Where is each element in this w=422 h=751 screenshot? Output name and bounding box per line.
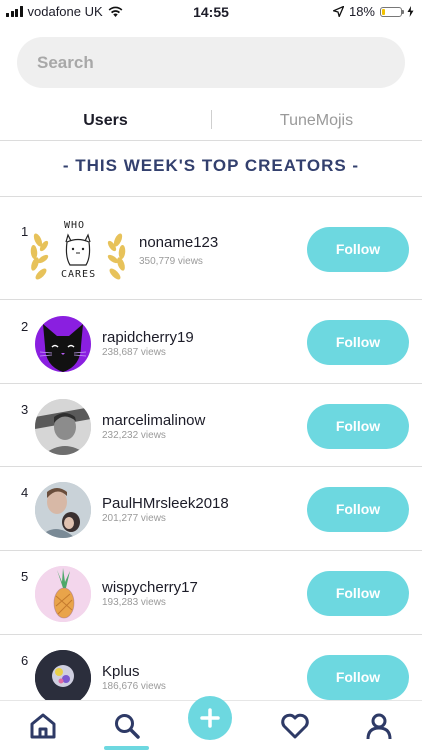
- search-placeholder: Search: [37, 52, 94, 72]
- home-icon[interactable]: [29, 712, 57, 740]
- location-arrow-icon: [332, 6, 344, 17]
- username[interactable]: marcelimalinow: [102, 412, 205, 429]
- avatar-text-top: WHO: [64, 220, 86, 231]
- photo-avatar-icon: [35, 482, 91, 538]
- follow-button[interactable]: Follow: [307, 487, 409, 532]
- rank-number: 5: [21, 569, 29, 584]
- username[interactable]: wispycherry17: [102, 579, 198, 596]
- avatar-laurel-badge: WHO CARES: [26, 215, 130, 285]
- creator-row[interactable]: 2 rapidcherry19 238,687 views Follow: [0, 300, 422, 384]
- pineapple-icon: [35, 566, 91, 622]
- creator-row[interactable]: 6 Kplus 186,676 views Follow: [0, 635, 422, 700]
- rank-number: 3: [21, 402, 29, 417]
- status-bar: vodafone UK 14:55 18%: [0, 0, 422, 24]
- username[interactable]: rapidcherry19: [102, 329, 194, 346]
- rank-number: 2: [21, 319, 29, 334]
- view-count: 186,676 views: [102, 681, 166, 692]
- view-count: 193,283 views: [102, 597, 166, 608]
- avatar[interactable]: [35, 650, 91, 700]
- view-count: 238,687 views: [102, 347, 166, 358]
- rank-number: 6: [21, 653, 29, 668]
- avatar[interactable]: [35, 399, 91, 455]
- creator-row[interactable]: 3 marcelimalinow 232,232 views Follow: [0, 384, 422, 467]
- photo-avatar-icon: [35, 399, 91, 455]
- active-tab-indicator: [104, 746, 149, 750]
- view-count: 350,779 views: [139, 256, 203, 267]
- tab-tunemojis[interactable]: TuneMojis: [211, 112, 422, 130]
- battery-icon: [380, 6, 404, 17]
- black-cat-icon: [39, 324, 87, 372]
- rank-number: 4: [21, 485, 29, 500]
- search-input[interactable]: Search: [17, 37, 405, 88]
- charging-bolt-icon: [407, 6, 414, 17]
- username[interactable]: noname123: [139, 234, 218, 251]
- photo-avatar-icon: [35, 650, 91, 700]
- add-button[interactable]: [188, 696, 232, 740]
- follow-button[interactable]: Follow: [307, 320, 409, 365]
- follow-button[interactable]: Follow: [307, 227, 409, 272]
- view-count: 201,277 views: [102, 513, 166, 524]
- profile-icon[interactable]: [365, 712, 393, 740]
- tab-users[interactable]: Users: [0, 112, 211, 130]
- username[interactable]: PaulHMrsleek2018: [102, 495, 229, 512]
- search-icon[interactable]: [113, 712, 141, 740]
- avatar[interactable]: [35, 566, 91, 622]
- battery-percentage: 18%: [348, 4, 375, 19]
- avatar-text-bottom: CARES: [61, 269, 97, 280]
- tab-bar: Users TuneMojis: [0, 100, 422, 141]
- follow-button[interactable]: Follow: [307, 655, 409, 700]
- creator-row[interactable]: 5 wispycherry17 193,283 views Follow: [0, 551, 422, 635]
- view-count: 232,232 views: [102, 430, 166, 441]
- follow-button[interactable]: Follow: [307, 404, 409, 449]
- plus-icon: [200, 708, 220, 728]
- creator-row[interactable]: 4 PaulHMrsleek2018 201,277 views Follow: [0, 467, 422, 551]
- username[interactable]: Kplus: [102, 663, 140, 680]
- creator-row[interactable]: 1 WHO CARES noname123 350,779 views Foll…: [0, 197, 422, 300]
- section-title: - THIS WEEK'S TOP CREATORS -: [62, 156, 360, 175]
- bottom-navigation: [0, 696, 422, 751]
- avatar[interactable]: [35, 482, 91, 538]
- avatar[interactable]: [35, 316, 91, 372]
- heart-icon[interactable]: [280, 712, 310, 740]
- follow-button[interactable]: Follow: [307, 571, 409, 616]
